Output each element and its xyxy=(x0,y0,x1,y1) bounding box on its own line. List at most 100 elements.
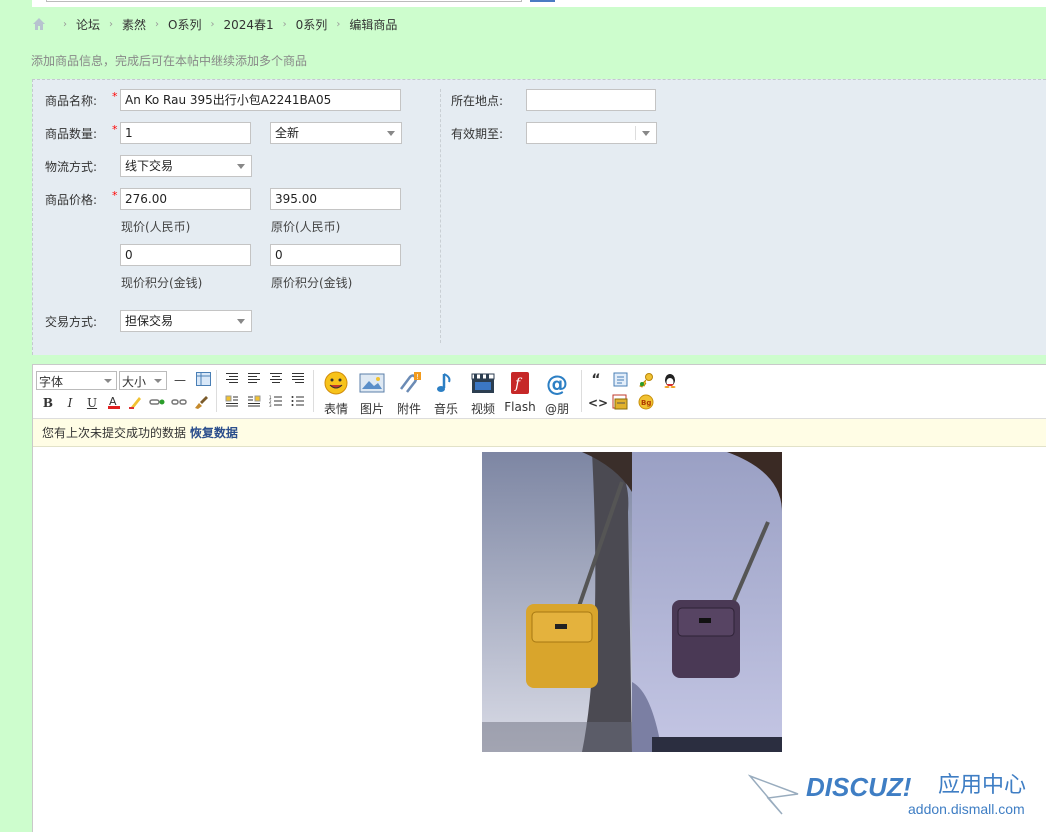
breadcrumb-item[interactable]: 论坛 xyxy=(76,16,100,33)
shipping-select[interactable]: 线下交易 xyxy=(120,155,252,177)
price-now-input[interactable]: 276.00 xyxy=(120,188,251,210)
watermark-cn: 应用中心 xyxy=(938,773,1026,798)
required-mark: * xyxy=(112,90,118,103)
breadcrumb-item[interactable]: O系列 xyxy=(168,16,201,33)
music-label: 音乐 xyxy=(433,402,458,416)
post-editor: 字体 大小 — B I U A 1 2 3 表情 图片 ! 附件 音乐 视频 f… xyxy=(32,364,1046,832)
required-mark: * xyxy=(112,123,118,136)
chevron-down-icon xyxy=(642,131,650,136)
link-icon[interactable] xyxy=(149,395,165,411)
top-bar xyxy=(0,0,1046,7)
float-right-icon[interactable] xyxy=(246,395,262,411)
unlink-icon[interactable] xyxy=(171,395,187,411)
home-icon[interactable] xyxy=(32,17,46,31)
trade-method-label: 交易方式: xyxy=(45,315,98,329)
horizontal-rule-icon[interactable]: — xyxy=(172,372,188,388)
qq-icon[interactable] xyxy=(662,372,678,388)
bold-icon[interactable]: B xyxy=(40,395,56,411)
expiry-select[interactable] xyxy=(526,122,657,144)
trade-method-select[interactable]: 担保交易 xyxy=(120,310,252,332)
font-size-select[interactable]: 大小 xyxy=(119,371,167,390)
emoji-button[interactable]: 表情 xyxy=(318,371,354,417)
toolbar-separator xyxy=(216,370,217,412)
price-original-input[interactable]: 395.00 xyxy=(270,188,401,210)
background-icon[interactable]: Bg xyxy=(638,394,654,410)
text-color-icon[interactable]: A xyxy=(106,394,122,410)
restore-data-link[interactable]: 恢复数据 xyxy=(190,426,238,440)
highlight-icon[interactable] xyxy=(128,394,144,410)
product-name-input[interactable]: An Ko Rau 395出行小包A2241BA05 xyxy=(120,89,401,111)
flash-button[interactable]: f Flash xyxy=(502,371,538,414)
form-hint: 添加商品信息，完成后可在本帖中继续添加多个商品 xyxy=(31,54,308,68)
chevron-down-icon xyxy=(237,164,245,169)
svg-text:!: ! xyxy=(416,373,419,381)
location-label: 所在地点: xyxy=(451,94,504,108)
editor-toolbar: 字体 大小 — B I U A 1 2 3 表情 图片 ! 附件 音乐 视频 f… xyxy=(33,365,1046,419)
toolbar-separator xyxy=(581,370,582,412)
attachment-button[interactable]: ! 附件 xyxy=(391,371,427,417)
price-now-caption: 现价(人民币) xyxy=(121,220,191,234)
svg-text:3: 3 xyxy=(269,403,272,407)
float-left-icon[interactable] xyxy=(224,395,240,411)
breadcrumb-separator: › xyxy=(210,18,215,30)
image-button[interactable]: 图片 xyxy=(354,371,390,417)
product-photo[interactable] xyxy=(482,452,782,752)
italic-icon[interactable]: I xyxy=(62,395,78,411)
condition-value: 全新 xyxy=(275,126,300,140)
paperclip-icon: ! xyxy=(400,372,421,393)
chevron-down-icon xyxy=(387,131,395,136)
align-left-icon[interactable] xyxy=(224,372,240,388)
clapperboard-icon xyxy=(471,373,495,393)
credit-now-input[interactable]: 0 xyxy=(120,244,251,266)
table-icon[interactable] xyxy=(195,372,211,388)
restore-notice-text: 您有上次未提交成功的数据 xyxy=(42,426,190,440)
price-original-caption: 原价(人民币) xyxy=(271,220,341,234)
svg-text:@: @ xyxy=(546,372,568,395)
watermark-url: addon.dismall.com xyxy=(908,801,1025,817)
font-family-select[interactable]: 字体 xyxy=(36,371,117,390)
condition-select[interactable]: 全新 xyxy=(270,122,402,144)
top-search-input[interactable] xyxy=(46,0,522,2)
credit-original-caption: 原价积分(金钱) xyxy=(271,276,353,290)
breadcrumb-separator: › xyxy=(63,18,67,30)
quantity-input[interactable]: 1 xyxy=(120,122,251,144)
credit-now-caption: 现价积分(金钱) xyxy=(121,276,203,290)
flash-label: Flash xyxy=(504,400,536,414)
clear-format-icon[interactable] xyxy=(193,394,209,410)
breadcrumb-item[interactable]: 2024春1 xyxy=(223,16,273,33)
attachment-label: 附件 xyxy=(396,402,421,416)
underline-icon[interactable]: U xyxy=(84,395,100,411)
align-justify-icon[interactable] xyxy=(290,372,306,388)
breadcrumb-separator: › xyxy=(282,18,287,30)
video-button[interactable]: 视频 xyxy=(465,371,501,417)
breadcrumb-item[interactable]: 素然 xyxy=(122,16,146,33)
code-icon[interactable]: <> xyxy=(588,395,608,411)
quantity-label: 商品数量: xyxy=(45,127,98,141)
mention-button[interactable]: @ @朋 xyxy=(539,371,575,417)
select-divider xyxy=(635,126,636,140)
chevron-down-icon xyxy=(237,319,245,324)
image-icon xyxy=(359,373,385,393)
ordered-list-icon[interactable]: 123 xyxy=(268,395,284,411)
quote-icon[interactable]: “ xyxy=(588,372,604,388)
hide-content-icon[interactable] xyxy=(612,394,628,410)
location-input[interactable] xyxy=(526,89,656,111)
font-size-label: 大小 xyxy=(122,375,147,389)
top-search-button[interactable] xyxy=(530,0,555,2)
free-text-icon[interactable] xyxy=(612,372,628,388)
name-label: 商品名称: xyxy=(45,94,98,108)
breadcrumb: › 论坛 › 素然 › O系列 › 2024春1 › 0系列 › 编辑商品 xyxy=(32,15,397,33)
trade-method-value: 担保交易 xyxy=(125,314,174,328)
key-icon[interactable] xyxy=(638,372,654,388)
breadcrumb-item[interactable]: 0系列 xyxy=(296,16,328,33)
align-center-icon[interactable] xyxy=(246,372,262,388)
chevron-down-icon xyxy=(154,379,162,383)
credit-original-input[interactable]: 0 xyxy=(270,244,401,266)
align-right-icon[interactable] xyxy=(268,372,284,388)
music-button[interactable]: 音乐 xyxy=(428,371,464,417)
image-label: 图片 xyxy=(359,402,384,416)
paper-plane-icon xyxy=(748,774,799,815)
unordered-list-icon[interactable] xyxy=(290,395,306,411)
svg-text:Bg: Bg xyxy=(641,399,651,407)
emoji-label: 表情 xyxy=(323,402,348,416)
